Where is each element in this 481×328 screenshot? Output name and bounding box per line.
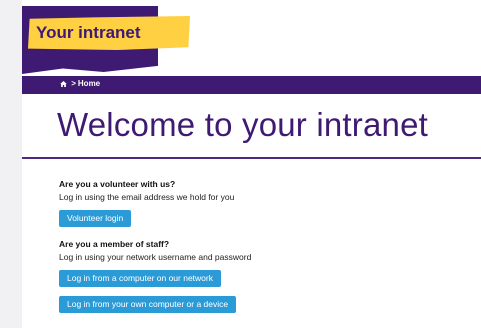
breadcrumb-home-link[interactable]: Home: [78, 79, 100, 88]
device-login-button[interactable]: Log in from your own computer or a devic…: [59, 296, 237, 313]
home-icon[interactable]: [60, 79, 69, 88]
nav-bar: > Home: [22, 76, 481, 94]
page-title: Welcome to your intranet: [57, 106, 429, 143]
volunteer-login-button[interactable]: Volunteer login: [59, 210, 132, 227]
staff-instructions: Log in using your network username and p…: [59, 252, 252, 262]
title-divider: [22, 157, 481, 159]
logo-text: Your intranet: [36, 23, 141, 42]
breadcrumb-separator: >: [71, 79, 76, 88]
breadcrumb: > Home: [60, 79, 100, 88]
volunteer-instructions: Log in using the email address we hold f…: [59, 192, 235, 202]
staff-question: Are you a member of staff?: [59, 239, 170, 249]
volunteer-question: Are you a volunteer with us?: [59, 179, 176, 189]
intranet-logo[interactable]: Your intranet: [22, 6, 192, 78]
network-login-button[interactable]: Log in from a computer on our network: [59, 270, 221, 287]
